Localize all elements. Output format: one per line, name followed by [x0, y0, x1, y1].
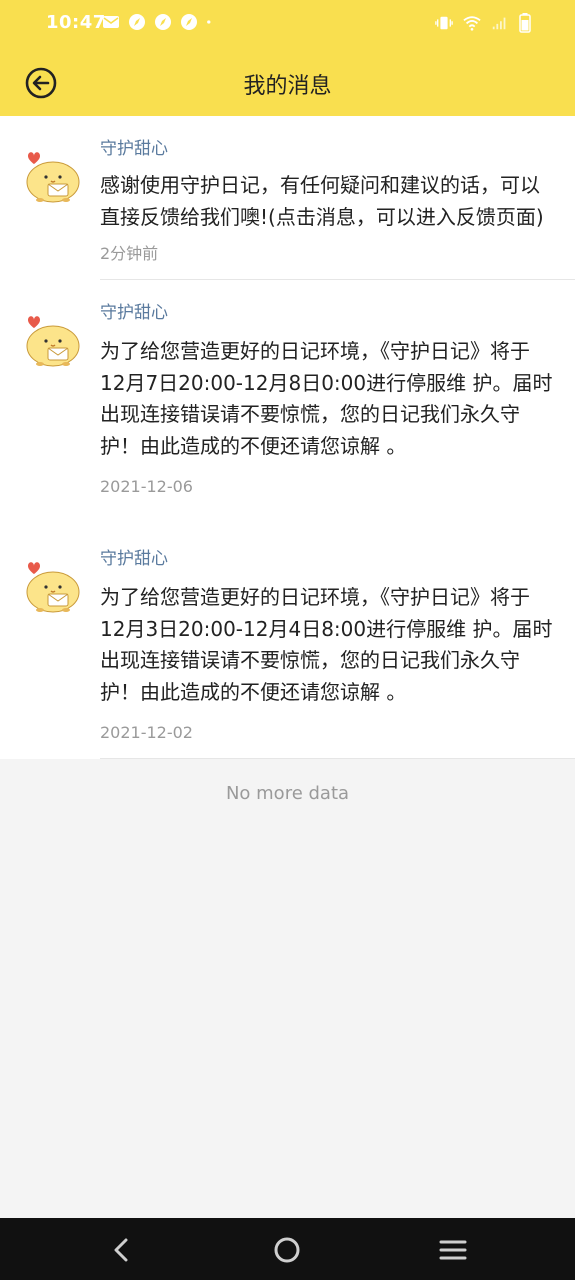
vibrate-icon: [435, 16, 453, 30]
status-right-icons: [435, 13, 531, 33]
wifi-icon: [463, 16, 481, 31]
status-left-icons: [102, 13, 216, 31]
message-item[interactable]: 守护甜心 为了给您营造更好的日记环境，《守护日记》将于12月3日20:00-12…: [0, 526, 575, 758]
divider: [100, 758, 575, 759]
compass-icon: [155, 14, 171, 30]
app-header: 我的消息: [0, 50, 575, 116]
compass-icon: [129, 14, 145, 30]
message-content: 为了给您营造更好的日记环境，《守护日记》将于12月3日20:00-12月4日8:…: [100, 585, 553, 704]
battery-icon: [519, 13, 531, 33]
back-nav-icon[interactable]: [108, 1236, 136, 1264]
menu-nav-icon[interactable]: [439, 1236, 467, 1264]
message-list: 守护甜心 感谢使用守护日记，有任何疑问和建议的话，可以直接反馈给我们噢!(点击消…: [0, 116, 575, 759]
message-content: 感谢使用守护日记，有任何疑问和建议的话，可以直接反馈给我们噢!(点击消息，可以进…: [100, 173, 544, 229]
home-nav-icon[interactable]: [273, 1236, 301, 1264]
no-more-data-label: No more data: [225, 783, 350, 804]
status-bar: 10:47: [0, 0, 575, 50]
chick-avatar-icon: [26, 316, 80, 367]
message-item[interactable]: 守护甜心 为了给您营造更好的日记环境，《守护日记》将于12月7日20:00-12…: [0, 280, 575, 526]
status-time: 10:47: [46, 12, 106, 33]
message-sender: 守护甜心: [100, 549, 168, 569]
chick-avatar-icon: [26, 152, 80, 203]
message-sender: 守护甜心: [100, 303, 168, 323]
page-title: 我的消息: [243, 74, 332, 99]
message-content: 为了给您营造更好的日记环境，《守护日记》将于12月7日20:00-12月8日0:…: [100, 339, 553, 458]
chick-avatar-icon: [26, 562, 80, 613]
mail-icon: [103, 16, 119, 28]
message-sender: 守护甜心: [100, 139, 168, 159]
dot-icon: [207, 20, 211, 24]
system-nav-bar: [0, 1218, 575, 1280]
message-time: 2021-12-06: [100, 477, 193, 496]
message-time: 2021-12-02: [100, 723, 193, 742]
message-time: 2分钟前: [100, 244, 159, 263]
message-item[interactable]: 守护甜心 感谢使用守护日记，有任何疑问和建议的话，可以直接反馈给我们噢!(点击消…: [0, 116, 575, 279]
compass-icon: [181, 14, 197, 30]
signal-icon: [492, 17, 506, 30]
